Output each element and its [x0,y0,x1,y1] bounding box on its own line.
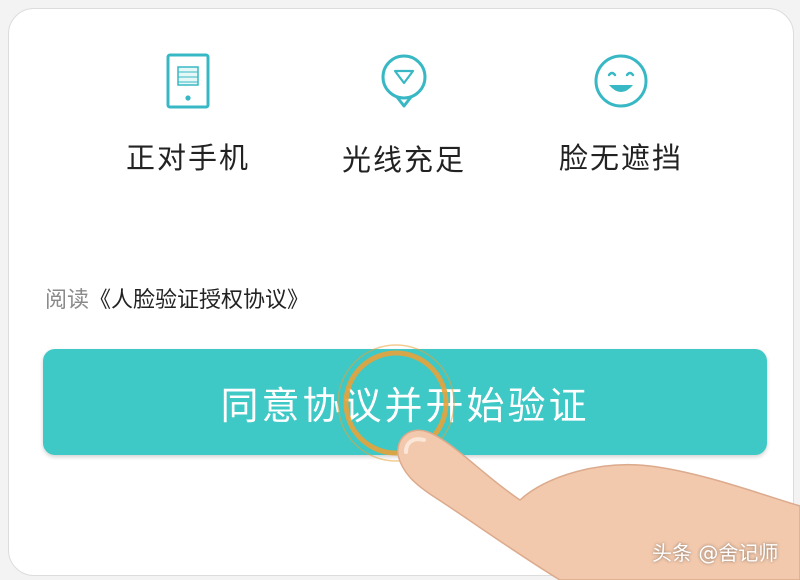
tip-label: 光线充足 [341,143,466,177]
face-verification-card: 正对手机 光线充足 脸无遮挡 阅读《人脸验证授权协议》 同意协议并开始验证 [8,8,794,576]
tip-label: 脸无遮挡 [558,141,683,175]
agree-and-start-verification-button[interactable]: 同意协议并开始验证 [43,349,767,455]
agreement-prefix: 阅读 [45,288,90,313]
phone-icon [166,53,210,109]
agreement-link[interactable]: 《人脸验证授权协议》 [89,288,309,313]
tip-face-phone: 正对手机 [88,53,288,177]
agreement-row: 阅读《人脸验证授权协议》 [45,282,309,314]
tip-good-lighting: 光线充足 [304,53,504,179]
smiley-face-icon [594,54,648,108]
tip-label: 正对手机 [125,141,250,175]
lightbulb-icon [381,54,427,108]
button-label: 同意协议并开始验证 [220,383,590,428]
tip-face-unobstructed: 脸无遮挡 [521,53,721,177]
watermark: 头条 @舍记师 [652,541,779,565]
